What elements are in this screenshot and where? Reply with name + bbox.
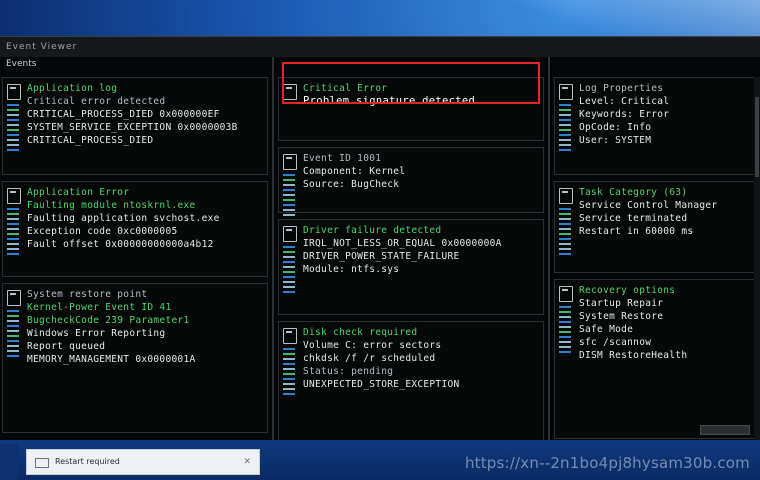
log-line: Service terminated (579, 213, 688, 224)
log-line: CRITICAL_PROCESS_DIED (27, 135, 154, 146)
document-icon (283, 226, 297, 242)
close-icon[interactable]: ✕ (243, 450, 251, 474)
mid-panel[interactable]: Event ID 1001 Component: Kernel Source: Bu… (278, 147, 544, 221)
log-line: Service Control Manager (579, 200, 718, 211)
right-panel[interactable]: Recovery options Startup Repair System Res… (554, 279, 758, 439)
log-line: Recovery options (579, 285, 676, 296)
start-area[interactable] (0, 444, 18, 480)
log-line: Faulting module ntoskrnl.exe (27, 200, 196, 211)
log-line: Source: BugCheck (303, 179, 400, 190)
gutter-marks (283, 246, 295, 296)
log-line: Log Properties (579, 83, 664, 94)
scrollbar[interactable] (754, 77, 760, 457)
document-icon (559, 188, 573, 204)
right-panel[interactable]: Task Category (63) Service Control Manage… (554, 181, 758, 273)
notification-icon (35, 458, 49, 468)
notification-text: Restart required (55, 457, 120, 466)
document-icon (7, 188, 21, 204)
log-line: Status: pending (303, 366, 394, 377)
log-line: Faulting application svchost.exe (27, 213, 220, 224)
mid-panel[interactable]: Disk check required Volume C: error secto… (278, 321, 544, 441)
log-line: DISM RestoreHealth (579, 350, 688, 361)
right-column: Log Properties Level: Critical Keywords: E… (552, 77, 760, 439)
gutter-marks (559, 306, 571, 356)
log-line: chkdsk /f /r scheduled (303, 353, 436, 364)
log-line: Critical error detected (27, 96, 166, 107)
left-panel[interactable]: Application log Critical error detected CR… (2, 77, 268, 175)
log-line: MEMORY_MANAGEMENT 0x0000001A (27, 354, 196, 365)
gutter-marks (559, 208, 571, 258)
log-line: Keywords: Error (579, 109, 670, 120)
log-line: Exception code 0xc0000005 (27, 226, 178, 237)
log-line: SYSTEM_SERVICE_EXCEPTION 0x0000003B (27, 122, 238, 133)
log-line: Safe Mode (579, 324, 634, 335)
log-line: Fault offset 0x00000000000a4b12 (27, 239, 214, 250)
log-line: sfc /scannow (579, 337, 652, 348)
log-line: Disk check required (303, 327, 418, 338)
divider-right (548, 57, 550, 441)
gutter-marks (283, 348, 295, 398)
left-panel[interactable]: System restore point Kernel-Power Event I… (2, 283, 268, 433)
right-panel[interactable]: Log Properties Level: Critical Keywords: E… (554, 77, 758, 175)
middle-column: Critical Error Problem signature detected… (276, 77, 546, 441)
window-title: Event Viewer (0, 37, 760, 57)
log-line: Startup Repair (579, 298, 664, 309)
log-line: Windows Error Reporting (27, 328, 166, 339)
gutter-marks (7, 104, 19, 154)
log-line: Task Category (63) (579, 187, 688, 198)
log-line: System restore point (27, 289, 148, 300)
watermark-url: https://xn--2n1bo4pj8hysam30b.com (464, 454, 750, 472)
document-icon (559, 84, 573, 100)
log-line: CRITICAL_PROCESS_DIED 0x000000EF (27, 109, 220, 120)
log-line: Driver failure detected (303, 225, 442, 236)
document-icon (7, 84, 21, 100)
log-line: Module: ntfs.sys (303, 264, 400, 275)
log-line: Application Error (27, 187, 130, 198)
document-icon (559, 286, 573, 302)
left-column: Application log Critical error detected CR… (0, 77, 270, 435)
log-line: Level: Critical (579, 96, 670, 107)
log-line: BugcheckCode 239 Parameter1 (27, 315, 190, 326)
highlight-box (282, 62, 540, 104)
gutter-marks (283, 174, 295, 224)
log-line: UNEXPECTED_STORE_EXCEPTION (303, 379, 460, 390)
footer-button[interactable] (700, 425, 750, 435)
gutter-marks (7, 208, 19, 258)
left-panel[interactable]: Application Error Faulting module ntoskrn… (2, 181, 268, 277)
notification-toast[interactable]: Restart required ✕ (26, 449, 260, 475)
scrollbar-thumb[interactable] (755, 97, 759, 177)
mid-panel[interactable]: Driver failure detected IRQL_NOT_LESS_OR_… (278, 219, 544, 315)
gutter-marks (559, 104, 571, 154)
gutter-marks (7, 310, 19, 360)
log-line: User: SYSTEM (579, 135, 652, 146)
log-line: Event ID 1001 (303, 153, 382, 164)
left-column-header: Events (6, 59, 37, 69)
log-line: Volume C: error sectors (303, 340, 442, 351)
log-line: System Restore (579, 311, 664, 322)
log-line: Component: Kernel (303, 166, 406, 177)
log-line: Restart in 60000 ms (579, 226, 694, 237)
log-line: IRQL_NOT_LESS_OR_EQUAL 0x0000000A (303, 238, 502, 249)
log-line: Kernel-Power Event ID 41 (27, 302, 172, 313)
document-icon (283, 328, 297, 344)
log-line: Report queued (27, 341, 106, 352)
document-icon (7, 290, 21, 306)
document-icon (283, 154, 297, 170)
log-line: Application log (27, 83, 118, 94)
log-line: DRIVER_POWER_STATE_FAILURE (303, 251, 460, 262)
divider-left (272, 57, 274, 441)
log-line: OpCode: Info (579, 122, 652, 133)
